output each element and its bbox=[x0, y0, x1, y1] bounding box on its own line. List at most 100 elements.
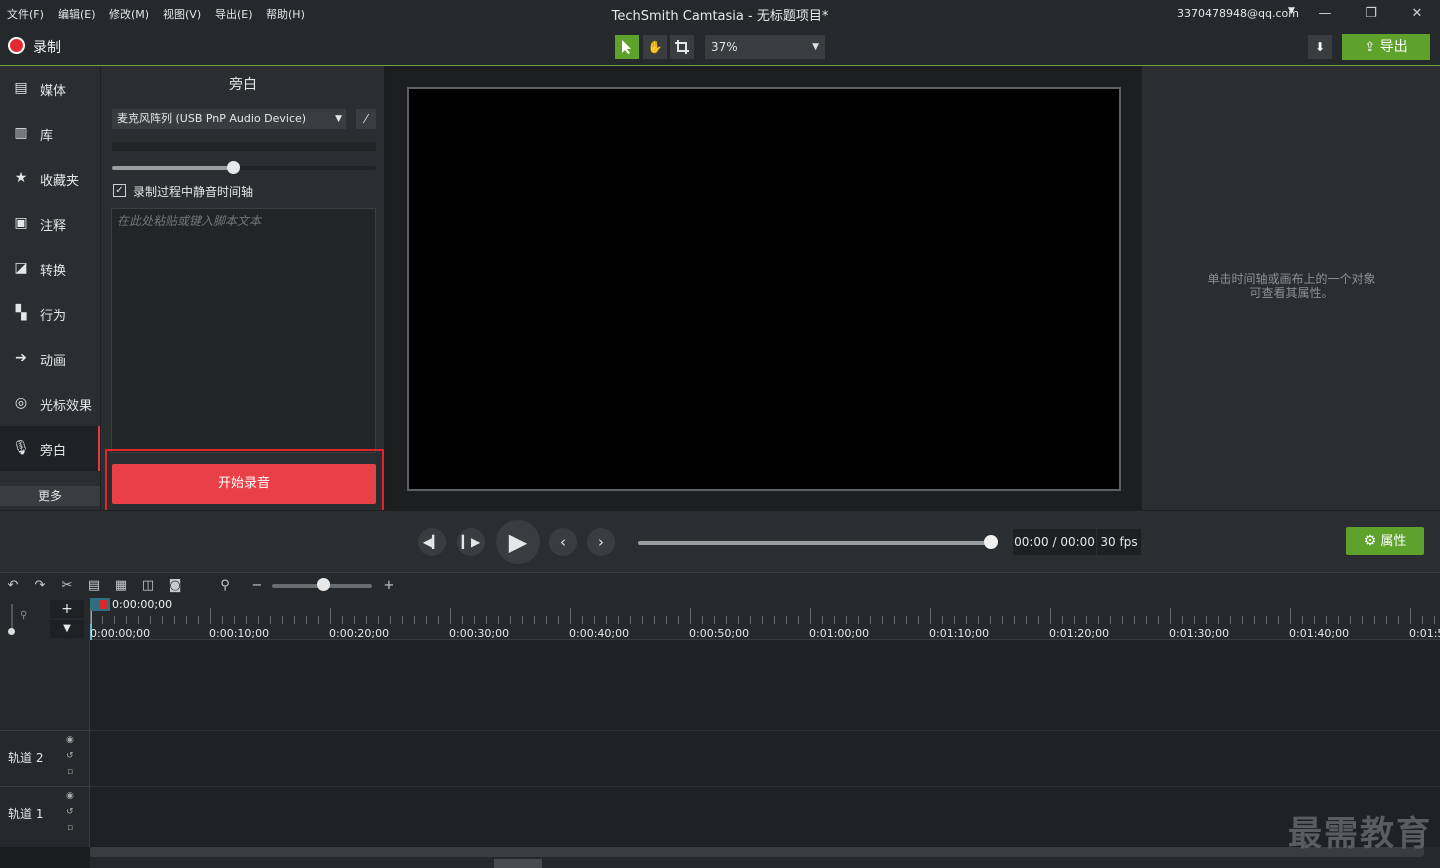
sidebar-item-label: 动画 bbox=[40, 354, 67, 369]
undo-track-icon[interactable]: ↺ bbox=[66, 751, 74, 761]
user-account[interactable]: 3370478948@qq.com bbox=[1177, 7, 1299, 20]
track-headers: 轨道 2 ◉ ↺ ▫ 轨道 1 ◉ ↺ ▫ bbox=[0, 640, 90, 847]
lock-icon[interactable]: ▫ bbox=[67, 767, 73, 777]
step-back-icon: ◀▎ bbox=[422, 535, 442, 549]
zoom-value: 37% bbox=[711, 40, 738, 54]
script-textarea[interactable] bbox=[111, 208, 376, 453]
timeline-tracks[interactable] bbox=[0, 640, 1440, 847]
transition-icon: ◪ bbox=[14, 260, 28, 276]
lock-icon[interactable]: ▫ bbox=[67, 823, 73, 833]
add-track-button[interactable]: + bbox=[50, 600, 84, 618]
split-button[interactable]: ◫ bbox=[139, 577, 157, 595]
redo-icon: ↷ bbox=[34, 578, 46, 593]
properties-label: 属性 bbox=[1380, 534, 1407, 549]
audio-device-select[interactable]: 麦克风阵列 (USB PnP Audio Device) ▼ bbox=[112, 109, 346, 129]
camera-icon: ◙ bbox=[168, 578, 182, 593]
export-button[interactable]: ⇪ 导出 bbox=[1342, 34, 1430, 60]
sidebar-item-favorites[interactable]: ★ 收藏夹 bbox=[0, 156, 100, 201]
hand-icon: ✋ bbox=[647, 40, 663, 54]
timeline-zoom-handle[interactable] bbox=[317, 578, 330, 591]
minimize-button[interactable]: — bbox=[1313, 4, 1337, 24]
ruler-label: 0:00:30;00 bbox=[449, 627, 510, 640]
playback-scrubber[interactable] bbox=[638, 541, 992, 545]
start-recording-button[interactable]: 开始录音 bbox=[112, 464, 376, 504]
cut-button[interactable]: ✂ bbox=[58, 577, 76, 595]
sidebar-item-label: 注释 bbox=[40, 219, 67, 234]
sidebar-item-library[interactable]: ▥ 库 bbox=[0, 111, 100, 156]
ruler-label: 0:01:50 bbox=[1409, 627, 1440, 640]
close-button[interactable]: ✕ bbox=[1405, 4, 1429, 24]
eye-icon[interactable]: ◉ bbox=[66, 791, 74, 801]
fps-display[interactable]: 30 fps bbox=[1097, 529, 1141, 555]
scrollbar-thumb[interactable] bbox=[494, 859, 542, 868]
play-icon: ▶ bbox=[508, 528, 528, 556]
select-tool-button[interactable] bbox=[615, 35, 639, 59]
chevron-down-icon[interactable]: ▼ bbox=[1288, 6, 1295, 16]
snapshot-button[interactable]: ◙ bbox=[166, 577, 184, 595]
timeline-ruler[interactable]: 0:00:00;00 0:00:00;00 0:00:10;00 0:00:20… bbox=[90, 598, 1440, 848]
sidebar-item-behaviors[interactable]: ▚ 行为 bbox=[0, 291, 100, 336]
camtasia-window: 文件(F) 编辑(E) 修改(M) 视图(V) 导出(E) 帮助(H) Tech… bbox=[0, 0, 1440, 868]
maximize-button[interactable]: ❐ bbox=[1359, 4, 1383, 24]
panel-title: 旁白 bbox=[229, 77, 257, 93]
pan-tool-button[interactable]: ✋ bbox=[643, 35, 667, 59]
timeline-toolbar: ↶ ↷ ✂ ▤ ▦ ◫ ◙ ⚲ − + bbox=[0, 572, 1440, 598]
copy-button[interactable]: ▤ bbox=[85, 577, 103, 595]
eye-icon[interactable]: ◉ bbox=[66, 735, 74, 745]
time-display: 00:00 / 00:00 bbox=[1013, 529, 1096, 555]
scrollbar-track[interactable] bbox=[90, 847, 1424, 857]
sidebar-item-voice-narration[interactable]: 🎙 旁白 bbox=[0, 426, 100, 471]
zoom-select[interactable]: 37% ▼ bbox=[705, 35, 825, 59]
paste-button[interactable]: ▦ bbox=[112, 577, 130, 595]
chevron-down-icon: ▼ bbox=[335, 114, 342, 124]
record-button[interactable]: 录制 bbox=[33, 37, 61, 57]
download-button[interactable]: ⬇ bbox=[1308, 35, 1332, 59]
step-back-button[interactable]: ◀▎ bbox=[418, 528, 446, 556]
play-button[interactable]: ▶ bbox=[496, 520, 540, 564]
volume-slider-handle[interactable] bbox=[227, 161, 241, 174]
auto-level-button[interactable]: ⁄ bbox=[356, 109, 376, 129]
track-header-2[interactable]: 轨道 2 ◉ ↺ ▫ bbox=[0, 730, 89, 786]
scrubber-handle[interactable] bbox=[984, 535, 998, 549]
timeline-scrollbar[interactable] bbox=[90, 847, 1440, 868]
ruler-label: 0:00:40;00 bbox=[569, 627, 630, 640]
mute-timeline-checkbox[interactable]: ✓ bbox=[113, 184, 126, 197]
animation-icon: ➔ bbox=[15, 350, 27, 366]
more-button[interactable]: 更多 bbox=[0, 486, 100, 506]
properties-button[interactable]: ⚙ 属性 bbox=[1346, 527, 1424, 555]
sidebar-item-transitions[interactable]: ◪ 转换 bbox=[0, 246, 100, 291]
watermark-logo: 最需教育 bbox=[1288, 814, 1432, 854]
crop-tool-button[interactable] bbox=[670, 35, 694, 59]
sidebar-item-media[interactable]: ▤ 媒体 bbox=[0, 66, 100, 111]
undo-button[interactable]: ↶ bbox=[4, 577, 22, 595]
previous-marker-button[interactable]: ‹ bbox=[549, 528, 577, 556]
track-row-1[interactable] bbox=[0, 786, 1440, 841]
magnifier-icon: ⚲ bbox=[20, 610, 28, 621]
split-icon: ◫ bbox=[141, 578, 155, 593]
plus-icon: + bbox=[61, 601, 73, 617]
track-header-1[interactable]: 轨道 1 ◉ ↺ ▫ bbox=[0, 786, 89, 842]
zoom-fit-button[interactable]: ⚲ bbox=[216, 577, 234, 595]
step-forward-button[interactable]: ▎▶ bbox=[457, 528, 485, 556]
zoom-in-button[interactable]: + bbox=[380, 577, 398, 595]
sidebar-item-animations[interactable]: ➔ 动画 bbox=[0, 336, 100, 381]
zoom-out-button[interactable]: − bbox=[248, 577, 266, 595]
volume-slider[interactable] bbox=[112, 161, 376, 174]
next-marker-button[interactable]: › bbox=[587, 528, 615, 556]
sidebar-item-label: 库 bbox=[40, 129, 54, 144]
library-icon: ▥ bbox=[14, 125, 28, 141]
sidebar-item-annotations[interactable]: ▣ 注释 bbox=[0, 201, 100, 246]
record-icon[interactable] bbox=[8, 37, 25, 54]
ruler-label: 0:01:30;00 bbox=[1169, 627, 1230, 640]
track-height-slider[interactable] bbox=[8, 604, 16, 635]
collapse-tracks-button[interactable]: ▼ bbox=[50, 620, 84, 638]
undo-track-icon[interactable]: ↺ bbox=[66, 807, 74, 817]
sidebar-item-label: 转换 bbox=[40, 264, 67, 279]
ruler-label: 0:00:00;00 bbox=[90, 627, 151, 640]
sidebar-item-cursor-effects[interactable]: ◎ 光标效果 bbox=[0, 381, 100, 426]
redo-button[interactable]: ↷ bbox=[31, 577, 49, 595]
track-label: 轨道 2 bbox=[8, 751, 44, 765]
properties-hint-line: 单击时间轴或画布上的一个对象 bbox=[1207, 272, 1376, 286]
track-row-2[interactable] bbox=[0, 730, 1440, 785]
preview-canvas[interactable] bbox=[407, 87, 1121, 491]
